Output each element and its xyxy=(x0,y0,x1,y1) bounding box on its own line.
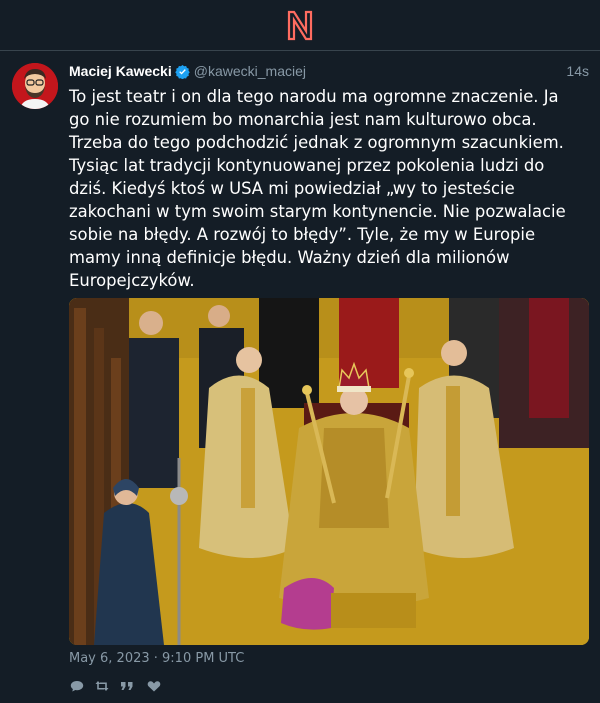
avatar[interactable] xyxy=(12,63,58,109)
tweet-actions xyxy=(69,678,269,694)
tweet-header: Maciej Kawecki @kawecki_maciej 14s xyxy=(69,61,589,81)
author-handle[interactable]: @kawecki_maciej xyxy=(194,63,306,79)
tweet: Maciej Kawecki @kawecki_maciej 14s To jes… xyxy=(0,51,600,703)
retweet-icon[interactable] xyxy=(94,678,110,694)
tweet-time[interactable]: 14s xyxy=(566,61,589,81)
quote-icon[interactable] xyxy=(119,678,135,694)
tweet-date[interactable]: May 6, 2023 · 9:10 PM UTC xyxy=(69,651,244,666)
verified-icon xyxy=(174,64,190,79)
reply-icon[interactable] xyxy=(69,678,85,694)
top-bar xyxy=(0,0,600,51)
tweet-text: To jest teatr i on dla tego narodu ma og… xyxy=(69,87,566,290)
coronation-photo xyxy=(69,298,589,645)
tweet-photo[interactable] xyxy=(69,298,589,645)
nitter-logo-icon[interactable] xyxy=(286,9,314,41)
like-icon[interactable] xyxy=(146,678,162,694)
author-name[interactable]: Maciej Kawecki xyxy=(69,63,172,79)
